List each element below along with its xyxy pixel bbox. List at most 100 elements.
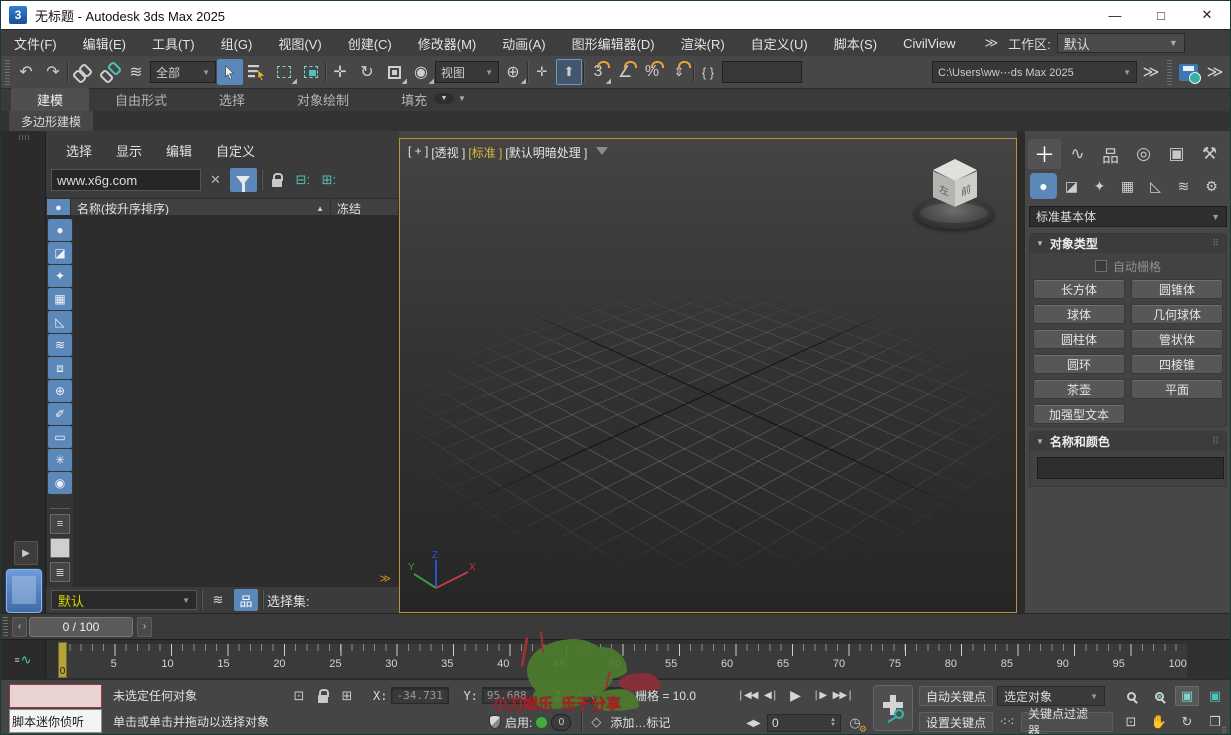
primitive-button[interactable]: 球体 [1033,304,1125,324]
display-lights[interactable]: ✦ [48,265,72,287]
display-groups[interactable]: ⧈ [48,357,72,379]
display-spacewarps[interactable]: ≋ [48,334,72,356]
explorer-object-list[interactable]: ● ◪ ✦ ▦ ◺ ≋ ⧈ ⊕ ✐ ▭ ✳ ◉ ≡ ≣ [46,215,399,606]
ribbon-tab[interactable]: 对象绘制 [271,88,375,111]
time-slider-handle[interactable]: 0 / 100 [29,616,133,637]
explorer-preset-dropdown[interactable]: 默认 ▼ [51,590,197,610]
select-and-rotate-button[interactable]: ↻ [354,59,380,85]
display-helpers[interactable]: ◺ [48,311,72,333]
ribbon-tab[interactable]: 建模 [11,88,90,111]
shield-icon[interactable] [489,715,501,729]
name-color-rollout-header[interactable]: ▼ 名称和颜色 ⠿ [1030,432,1226,451]
add-time-tag-button[interactable]: 添加…标记 [610,714,670,731]
time-configuration-button[interactable]: ◷ ⚙ [845,713,867,734]
auto-key-button[interactable]: 自动关键点 [919,686,993,706]
primitive-button[interactable]: 茶壶 [1033,379,1125,399]
lock-explorer-button[interactable] [266,170,288,190]
menu-item[interactable]: 编辑(E) [70,30,139,56]
zoom-icon[interactable] [1119,686,1143,706]
viewcube-cube[interactable]: 左 前 [931,159,979,211]
menu-item[interactable]: CivilView [890,30,969,56]
spinner-arrows-icon[interactable]: ▲ ▼ [830,717,836,728]
selection-filter-dropdown[interactable]: 全部 ▼ [150,61,216,83]
menu-item[interactable]: 脚本(S) [821,30,890,56]
display-shapes[interactable]: ◪ [48,242,72,264]
search-input[interactable] [51,169,201,191]
y-coordinate-field[interactable]: 95.688 [481,687,540,704]
project-folder-dropdown[interactable]: C:\Users\ww⋯ds Max 2025 ▼ [932,61,1137,83]
viewport-filter-icon[interactable] [596,147,609,155]
go-to-end-button[interactable]: ▶▶❘ [833,686,855,705]
primitive-button[interactable]: 长方体 [1033,279,1125,299]
use-pivot-center-button[interactable]: ⊕ ◢ [500,59,526,85]
undo-button[interactable]: ↶ [13,59,39,85]
ribbon-subtab-polygon-modeling[interactable]: 多边形建模 [9,111,94,132]
menu-item[interactable]: 渲染(R) [668,30,738,56]
time-slider-drag-handle[interactable] [3,617,8,636]
geometry-category-button[interactable]: ● [1030,173,1057,199]
reference-coordinate-dropdown[interactable]: 视图 ▼ [435,61,499,83]
zoom-extents-icon[interactable]: ▣ [1175,686,1199,706]
display-geometry[interactable]: ● [48,219,72,241]
unlink-selection-button[interactable] [96,59,122,85]
object-properties-button[interactable]: ≣ [50,562,70,582]
next-key-button[interactable]: ❘▶ [809,686,829,705]
toolbar-overflow2-icon[interactable]: ≫ [1202,59,1228,85]
keyboard-shortcut-override-button[interactable]: ⬆ [556,59,582,85]
maxscript-mini-listener-macro[interactable] [9,684,102,708]
menu-item[interactable]: 创建(C) [335,30,405,56]
select-and-manipulate-button[interactable]: ✛ [529,59,555,85]
toolbar-drag-handle[interactable] [5,59,10,85]
display-visibility[interactable]: ◉ [48,472,72,494]
spinner-snap-button[interactable]: ⇕ [666,59,692,85]
selection-lock-button[interactable] [313,686,333,706]
display-containers[interactable]: ▭ [48,426,72,448]
key-selection-dropdown[interactable]: 选定对象 ▼ [997,686,1105,706]
previous-key-button[interactable]: ◀❘ [761,686,781,705]
display-xrefs[interactable]: ⊕ [48,380,72,402]
menu-item[interactable]: 视图(V) [265,30,334,56]
ribbon-tab[interactable]: 自由形式 [89,88,193,111]
minimize-button[interactable]: — [1092,1,1138,29]
scene-explorer-menu-item[interactable]: 显示 [106,139,152,162]
z-coordinate-field[interactable]: 0.0 [572,687,631,704]
scene-explorer-menu-item[interactable]: 编辑 [156,139,202,162]
blank-swatch-button[interactable] [50,538,70,558]
select-and-place-button[interactable]: ◉ ◢ [408,59,434,85]
primitive-button[interactable]: 几何球体 [1131,304,1223,324]
primitive-button[interactable]: 圆柱体 [1033,329,1125,349]
window-crossing-toggle-button[interactable] [298,59,324,85]
select-and-move-button[interactable]: ✛ [327,59,353,85]
systems-category-button[interactable]: ⚙ [1198,173,1225,199]
keying-steps-icon[interactable]: ⁖⁖ [997,712,1017,732]
percent-snap-button[interactable]: % [639,59,665,85]
filter-button[interactable] [229,168,257,192]
track-bar[interactable]: ≡∿ 0 5 10 15 20 25 30 35 40 45 50 55 60 65 70 75 80 85 90 9… [1,639,1230,679]
display-children-button[interactable]: ≡ [50,514,70,534]
open-mini-curve-editor-button[interactable]: ≡ ∿ [1,640,46,679]
hierarchy-tab[interactable]: 品 [1094,139,1127,169]
redo-button[interactable]: ↷ [40,59,66,85]
go-to-start-button[interactable]: ❘◀◀ [737,686,759,705]
hierarchy-view-button[interactable]: 品 [234,589,258,611]
warning-count-button[interactable]: 0 [551,713,572,731]
viewport-shading-menu[interactable]: [默认明暗处理 ] [505,144,587,161]
select-by-name-button[interactable] [244,59,270,85]
create-tab[interactable]: ＋ [1028,139,1061,169]
helpers-category-button[interactable]: ◺ [1142,173,1169,199]
resize-grip-icon[interactable]: ⠿ [1221,726,1228,734]
rectangular-selection-region-button[interactable]: ◢ [271,59,297,85]
shapes-category-button[interactable]: ◪ [1058,173,1085,199]
viewport-layout-tab-button[interactable] [6,569,42,613]
primitive-button[interactable]: 加强型文本 [1033,404,1125,424]
scene-explorer-menu-item[interactable]: 选择 [56,139,102,162]
autosave-button[interactable] [1175,59,1201,85]
menu-item[interactable]: 动画(A) [489,30,558,56]
menu-item[interactable]: 组(G) [208,30,266,56]
display-particles[interactable]: ✳ [48,449,72,471]
primitive-button[interactable]: 四棱锥 [1131,354,1223,374]
expand-hierarchy-button[interactable]: ⊟: [292,170,314,190]
isolate-selection-button[interactable]: ⊡ [289,686,309,706]
primitive-button[interactable]: 管状体 [1131,329,1223,349]
object-name-input[interactable] [1037,457,1224,479]
